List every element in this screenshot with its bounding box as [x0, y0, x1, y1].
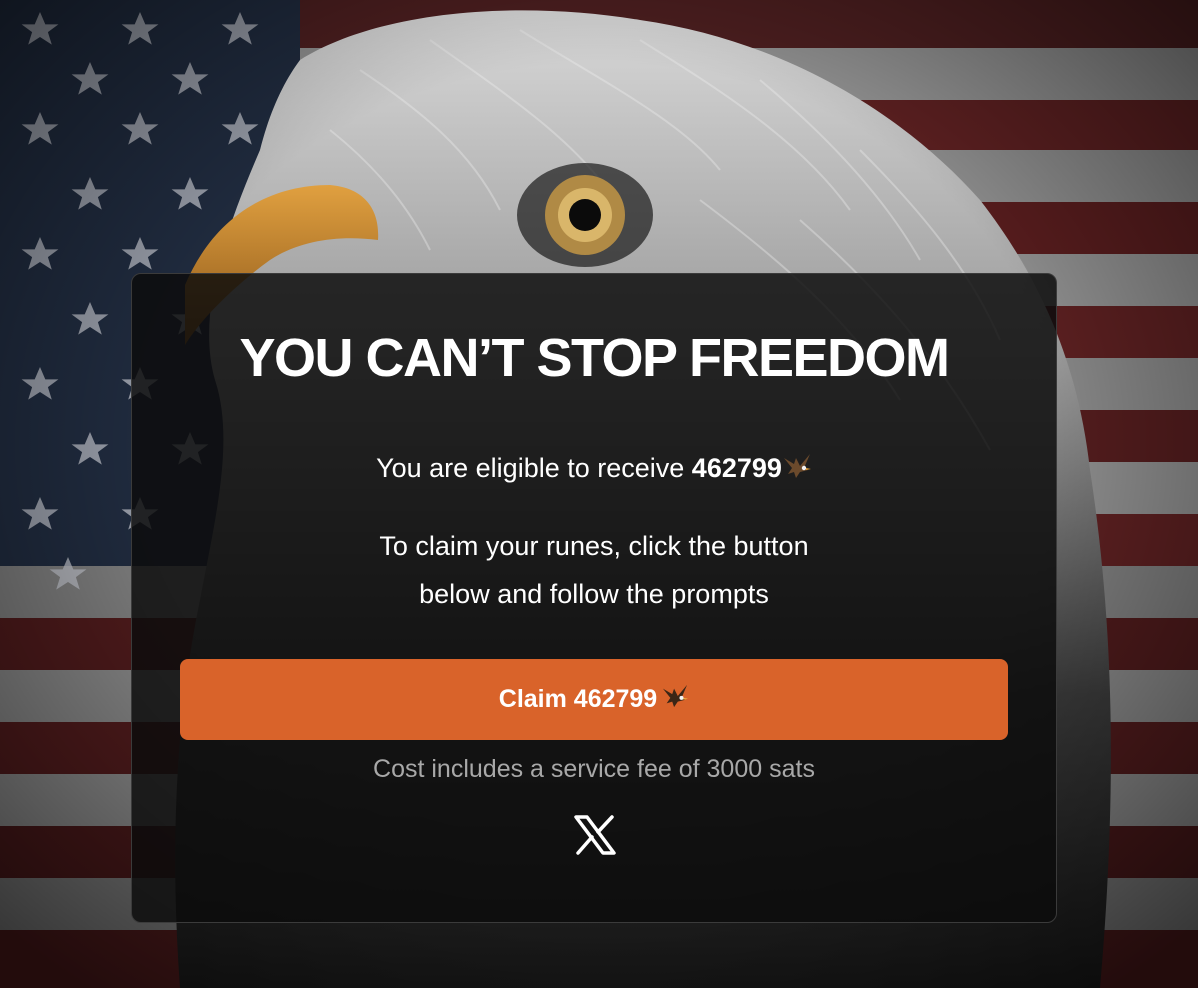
claim-button[interactable]: Claim 462799	[180, 659, 1008, 740]
eagle-emoji-icon	[782, 452, 812, 489]
eligible-amount: 462799	[691, 453, 782, 483]
page-title: YOU CAN’T STOP FREEDOM	[239, 328, 950, 388]
eligibility-text: You are eligible to receive 462799	[132, 451, 1056, 489]
eagle-emoji-icon	[661, 683, 689, 716]
instructions-text: To claim your runes, click the button be…	[132, 522, 1056, 618]
claim-button-label: Claim 462799	[498, 685, 658, 713]
x-logo-icon[interactable]	[573, 813, 617, 857]
eligibility-prefix: You are eligible to receive	[376, 453, 692, 483]
service-fee-note: Cost includes a service fee of 3000 sats	[373, 755, 815, 783]
instructions-line-1: To claim your runes, click the button	[379, 531, 809, 561]
instructions-line-2: below and follow the prompts	[419, 579, 769, 609]
claim-modal: YOU CAN’T STOP FREEDOM You are eligible …	[131, 273, 1057, 923]
